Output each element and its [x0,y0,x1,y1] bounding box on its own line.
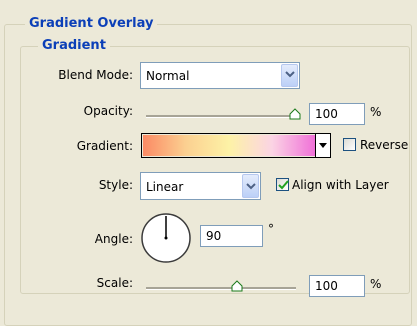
gradient-picker[interactable] [141,133,331,158]
style-dropdown-button[interactable] [242,174,259,198]
opacity-unit: % [370,105,382,119]
style-select[interactable]: Linear [140,172,261,200]
gradient-title: Gradient [38,39,110,53]
gradient-label: Gradient: [76,139,133,153]
gradient-dropdown-button[interactable] [315,134,330,157]
checkmark-icon [278,180,289,190]
blend-mode-select[interactable]: Normal [140,62,300,89]
opacity-input[interactable]: 100 [309,103,365,125]
angle-label: Angle: [94,232,133,246]
opacity-slider-track[interactable] [146,115,298,118]
blend-mode-label: Blend Mode: [58,68,133,82]
blend-mode-dropdown-button[interactable] [281,64,298,87]
angle-unit: ° [268,222,274,236]
scale-input[interactable]: 100 [309,275,365,297]
angle-dial[interactable] [140,212,192,264]
style-label: Style: [98,178,133,192]
reverse-checkbox[interactable] [343,138,356,151]
triangle-down-icon [319,143,327,148]
align-with-layer-checkbox[interactable] [276,178,289,191]
opacity-slider-thumb[interactable] [289,108,301,120]
gradient-preview[interactable] [143,135,315,156]
scale-slider-track[interactable] [146,287,296,290]
blend-mode-value: Normal [146,69,190,83]
reverse-label: Reverse [360,138,409,152]
gradient-overlay-title: Gradient Overlay [25,17,158,31]
chevron-down-icon [285,71,295,78]
opacity-label: Opacity: [83,104,133,118]
align-with-layer-label: Align with Layer [292,178,389,192]
scale-label: Scale: [96,276,133,290]
angle-input[interactable]: 90 [200,225,263,247]
scale-slider-thumb[interactable] [231,280,243,292]
chevron-down-icon [246,183,256,190]
style-value: Linear [146,180,184,194]
scale-unit: % [370,277,382,291]
